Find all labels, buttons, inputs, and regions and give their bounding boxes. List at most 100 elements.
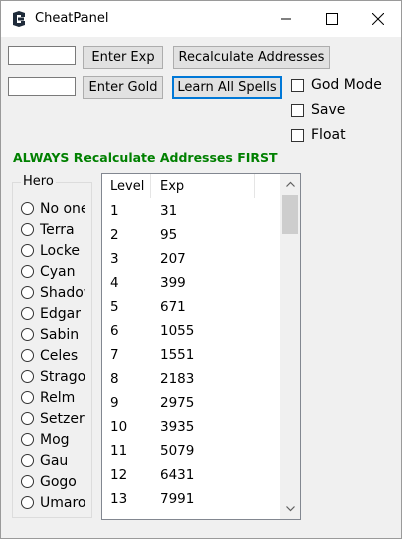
- hero-radio-option[interactable]: Strago: [21, 366, 85, 387]
- checkbox-box[interactable]: [291, 128, 304, 142]
- column-header-exp[interactable]: Exp: [160, 179, 184, 194]
- hero-option-label: Locke: [40, 242, 81, 259]
- column-divider[interactable]: [254, 174, 255, 198]
- table-row[interactable]: 6 1055: [102, 318, 280, 342]
- table-row[interactable]: 3 207: [102, 246, 280, 270]
- checkbox-box[interactable]: [291, 103, 304, 117]
- cheat-panel-window: CheatPanel Enter Exp Recalculate Address…: [0, 0, 402, 539]
- radio-circle[interactable]: [21, 496, 34, 509]
- column-divider[interactable]: [150, 174, 151, 198]
- hero-radio-option[interactable]: Terra: [21, 219, 85, 240]
- scrollbar-thumb[interactable]: [282, 195, 298, 234]
- table-row[interactable]: 4 399: [102, 270, 280, 294]
- radio-circle[interactable]: [21, 307, 34, 320]
- hero-radio-option[interactable]: Gau: [21, 450, 85, 471]
- radio-circle[interactable]: [21, 202, 34, 215]
- radio-circle[interactable]: [21, 454, 34, 467]
- hero-option-label: No one: [40, 200, 85, 217]
- enter-exp-button[interactable]: Enter Exp: [83, 46, 163, 69]
- exp-cell: 2975: [160, 395, 195, 411]
- exp-cell: 207: [160, 251, 186, 267]
- column-header-level[interactable]: Level: [110, 179, 144, 194]
- god-mode-checkbox[interactable]: God Mode: [291, 77, 382, 93]
- hero-radio-option[interactable]: Edgar: [21, 303, 85, 324]
- hero-option-label: Relm: [40, 389, 76, 406]
- hero-radio-option[interactable]: Cyan: [21, 261, 85, 282]
- hero-radio-option[interactable]: Celes: [21, 345, 85, 366]
- level-cell: 7: [110, 347, 119, 363]
- gold-input[interactable]: [8, 77, 76, 96]
- hero-option-label: Cyan: [40, 263, 76, 280]
- hero-radio-option[interactable]: Relm: [21, 387, 85, 408]
- hero-option-label: Shadow: [40, 284, 85, 301]
- exp-cell: 399: [160, 275, 186, 291]
- radio-circle[interactable]: [21, 475, 34, 488]
- hero-option-label: Setzer: [40, 410, 85, 427]
- radio-circle[interactable]: [21, 433, 34, 446]
- table-row[interactable]: 9 2975: [102, 390, 280, 414]
- hero-radio-option[interactable]: Locke: [21, 240, 85, 261]
- recalculate-addresses-button[interactable]: Recalculate Addresses: [173, 46, 330, 69]
- learn-all-spells-button[interactable]: Learn All Spells: [172, 76, 282, 99]
- title-bar[interactable]: CheatPanel: [1, 1, 401, 37]
- hero-radio-option[interactable]: Sabin: [21, 324, 85, 345]
- hero-option-label: Terra: [40, 221, 75, 238]
- scroll-up-button[interactable]: [280, 174, 300, 194]
- exp-cell: 3935: [160, 419, 195, 435]
- level-cell: 9: [110, 395, 119, 411]
- level-cell: 4: [110, 275, 119, 291]
- exp-cell: 6431: [160, 467, 195, 483]
- vertical-scrollbar[interactable]: [280, 174, 300, 519]
- float-label: Float: [311, 127, 346, 143]
- close-button[interactable]: [355, 1, 401, 37]
- maximize-button[interactable]: [309, 1, 355, 37]
- radio-circle[interactable]: [21, 244, 34, 257]
- table-row[interactable]: 12 6431: [102, 462, 280, 486]
- table-row[interactable]: 7 1551: [102, 342, 280, 366]
- hero-option-label: Mog: [40, 431, 70, 448]
- chevron-up-icon: [285, 181, 295, 187]
- level-cell: 6: [110, 323, 119, 339]
- cheat-engine-icon: [13, 11, 25, 27]
- hero-radio-option[interactable]: Shadow: [21, 282, 85, 303]
- close-icon: [372, 13, 384, 25]
- warning-label: ALWAYS Recalculate Addresses FIRST: [13, 150, 278, 165]
- hero-option-label: Sabin: [40, 326, 80, 343]
- enter-gold-button[interactable]: Enter Gold: [83, 76, 163, 99]
- table-row[interactable]: 8 2183: [102, 366, 280, 390]
- table-row[interactable]: 13 7991: [102, 486, 280, 510]
- hero-radio-option[interactable]: No one: [21, 198, 85, 219]
- exp-table[interactable]: Level Exp 1 31 2 95 3 207 4 399 5 671 6 1055 7 1551 8 2…: [101, 173, 301, 520]
- radio-circle[interactable]: [21, 412, 34, 425]
- radio-circle[interactable]: [21, 286, 34, 299]
- checkbox-box[interactable]: [291, 78, 304, 92]
- table-row[interactable]: 1 31: [102, 198, 280, 222]
- table-row[interactable]: 11 5079: [102, 438, 280, 462]
- exp-cell: 671: [160, 299, 186, 315]
- radio-circle[interactable]: [21, 223, 34, 236]
- scroll-down-button[interactable]: [280, 499, 300, 519]
- radio-circle[interactable]: [21, 265, 34, 278]
- float-checkbox[interactable]: Float: [291, 127, 346, 143]
- radio-circle[interactable]: [21, 349, 34, 362]
- level-cell: 13: [110, 491, 128, 507]
- radio-circle[interactable]: [21, 370, 34, 383]
- table-row[interactable]: 2 95: [102, 222, 280, 246]
- minimize-button[interactable]: [263, 1, 309, 37]
- hero-option-label: Strago: [40, 368, 85, 385]
- radio-circle[interactable]: [21, 328, 34, 341]
- table-row[interactable]: 5 671: [102, 294, 280, 318]
- minimize-icon: [281, 18, 291, 20]
- hero-radio-option[interactable]: Umaro: [21, 492, 85, 513]
- level-cell: 2: [110, 227, 119, 243]
- hero-radio-option[interactable]: Gogo: [21, 471, 85, 492]
- table-row[interactable]: 10 3935: [102, 414, 280, 438]
- hero-radio-option[interactable]: Mog: [21, 429, 85, 450]
- save-label: Save: [311, 102, 346, 118]
- save-checkbox[interactable]: Save: [291, 102, 345, 118]
- exp-cell: 5079: [160, 443, 195, 459]
- radio-circle[interactable]: [21, 391, 34, 404]
- exp-input[interactable]: [8, 46, 76, 65]
- hero-group-title: Hero: [21, 174, 56, 189]
- hero-radio-option[interactable]: Setzer: [21, 408, 85, 429]
